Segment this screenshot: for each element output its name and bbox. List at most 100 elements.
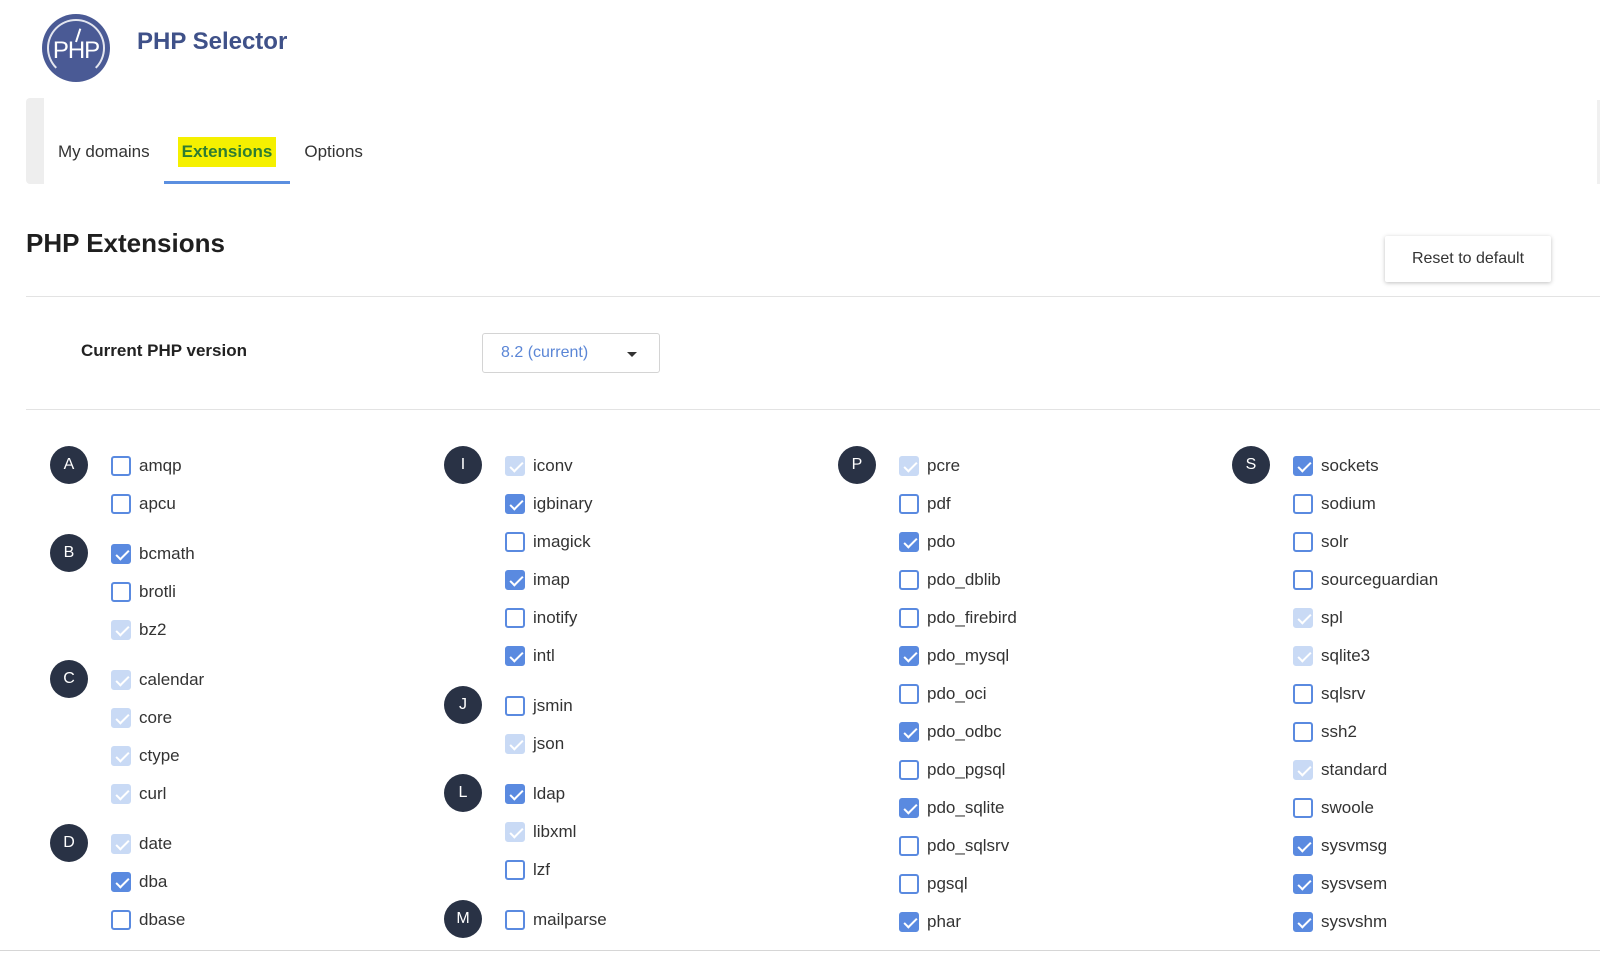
extension-item[interactable]: pdo_sqlite bbox=[899, 795, 1005, 821]
extension-item[interactable]: amqp bbox=[111, 453, 182, 479]
extension-item[interactable]: sockets bbox=[1293, 453, 1379, 479]
extension-item[interactable]: pdo_sqlsrv bbox=[899, 833, 1009, 859]
extension-checkbox[interactable] bbox=[899, 608, 919, 628]
tab-options[interactable]: Options bbox=[290, 120, 377, 184]
extension-checkbox[interactable] bbox=[1293, 874, 1313, 894]
extension-checkbox[interactable] bbox=[505, 822, 525, 842]
extension-checkbox[interactable] bbox=[899, 494, 919, 514]
extension-checkbox[interactable] bbox=[505, 784, 525, 804]
extension-checkbox[interactable] bbox=[111, 670, 131, 690]
extension-checkbox[interactable] bbox=[505, 456, 525, 476]
extension-item[interactable]: imap bbox=[505, 567, 570, 593]
extension-item[interactable]: ssh2 bbox=[1293, 719, 1357, 745]
extension-checkbox[interactable] bbox=[899, 760, 919, 780]
extension-checkbox[interactable] bbox=[1293, 494, 1313, 514]
extension-checkbox[interactable] bbox=[1293, 608, 1313, 628]
extension-item[interactable]: ctype bbox=[111, 743, 180, 769]
extension-item[interactable]: calendar bbox=[111, 667, 204, 693]
extension-checkbox[interactable] bbox=[1293, 570, 1313, 590]
reset-to-default-button[interactable]: Reset to default bbox=[1385, 236, 1551, 282]
extension-item[interactable]: brotli bbox=[111, 579, 176, 605]
extension-checkbox[interactable] bbox=[899, 912, 919, 932]
extension-item[interactable]: iconv bbox=[505, 453, 573, 479]
tab-extensions[interactable]: Extensions bbox=[163, 120, 291, 184]
extension-checkbox[interactable] bbox=[111, 910, 131, 930]
extension-item[interactable]: sodium bbox=[1293, 491, 1376, 517]
extension-item[interactable]: phar bbox=[899, 909, 961, 935]
extension-checkbox[interactable] bbox=[111, 872, 131, 892]
extension-item[interactable]: json bbox=[505, 731, 564, 757]
extension-checkbox[interactable] bbox=[505, 734, 525, 754]
extension-checkbox[interactable] bbox=[111, 784, 131, 804]
extension-item[interactable]: pdf bbox=[899, 491, 951, 517]
extension-item[interactable]: pdo_dblib bbox=[899, 567, 1001, 593]
extension-item[interactable]: pcre bbox=[899, 453, 960, 479]
extension-checkbox[interactable] bbox=[505, 910, 525, 930]
extension-item[interactable]: imagick bbox=[505, 529, 591, 555]
extension-item[interactable]: pdo_firebird bbox=[899, 605, 1017, 631]
extension-checkbox[interactable] bbox=[111, 620, 131, 640]
extension-checkbox[interactable] bbox=[1293, 760, 1313, 780]
extension-checkbox[interactable] bbox=[505, 860, 525, 880]
extension-checkbox[interactable] bbox=[1293, 912, 1313, 932]
extension-checkbox[interactable] bbox=[111, 834, 131, 854]
extension-checkbox[interactable] bbox=[1293, 532, 1313, 552]
extension-item[interactable]: inotify bbox=[505, 605, 577, 631]
extension-checkbox[interactable] bbox=[899, 532, 919, 552]
extension-item[interactable]: sysvshm bbox=[1293, 909, 1387, 935]
extension-item[interactable]: standard bbox=[1293, 757, 1387, 783]
extension-item[interactable]: apcu bbox=[111, 491, 176, 517]
extension-item[interactable]: pdo_odbc bbox=[899, 719, 1002, 745]
extension-item[interactable]: sysvmsg bbox=[1293, 833, 1387, 859]
extension-checkbox[interactable] bbox=[505, 608, 525, 628]
extension-checkbox[interactable] bbox=[899, 836, 919, 856]
extension-checkbox[interactable] bbox=[111, 456, 131, 476]
extension-checkbox[interactable] bbox=[111, 544, 131, 564]
extension-checkbox[interactable] bbox=[1293, 684, 1313, 704]
extension-item[interactable]: sqlite3 bbox=[1293, 643, 1370, 669]
php-version-select[interactable]: 8.2 (current) bbox=[482, 333, 660, 373]
extension-checkbox[interactable] bbox=[111, 708, 131, 728]
extension-checkbox[interactable] bbox=[505, 696, 525, 716]
extension-item[interactable]: sqlsrv bbox=[1293, 681, 1365, 707]
extension-item[interactable]: intl bbox=[505, 643, 555, 669]
extension-item[interactable]: curl bbox=[111, 781, 166, 807]
extension-item[interactable]: core bbox=[111, 705, 172, 731]
extension-item[interactable]: spl bbox=[1293, 605, 1343, 631]
extension-item[interactable]: pdo_mysql bbox=[899, 643, 1009, 669]
extension-item[interactable]: pdo_pgsql bbox=[899, 757, 1005, 783]
extension-item[interactable]: bz2 bbox=[111, 617, 166, 643]
extension-item[interactable]: dba bbox=[111, 869, 167, 895]
extension-item[interactable]: pgsql bbox=[899, 871, 968, 897]
extension-checkbox[interactable] bbox=[899, 456, 919, 476]
extension-item[interactable]: bcmath bbox=[111, 541, 195, 567]
extension-item[interactable]: date bbox=[111, 831, 172, 857]
extension-checkbox[interactable] bbox=[1293, 798, 1313, 818]
extension-checkbox[interactable] bbox=[899, 684, 919, 704]
extension-checkbox[interactable] bbox=[505, 646, 525, 666]
extension-item[interactable]: jsmin bbox=[505, 693, 573, 719]
extension-item[interactable]: solr bbox=[1293, 529, 1348, 555]
extension-checkbox[interactable] bbox=[899, 798, 919, 818]
extension-item[interactable]: libxml bbox=[505, 819, 576, 845]
extension-item[interactable]: ldap bbox=[505, 781, 565, 807]
extension-checkbox[interactable] bbox=[111, 746, 131, 766]
extension-checkbox[interactable] bbox=[899, 874, 919, 894]
extension-item[interactable]: sourceguardian bbox=[1293, 567, 1438, 593]
extension-checkbox[interactable] bbox=[1293, 836, 1313, 856]
extension-checkbox[interactable] bbox=[505, 494, 525, 514]
extension-checkbox[interactable] bbox=[505, 570, 525, 590]
extension-checkbox[interactable] bbox=[899, 722, 919, 742]
extension-item[interactable]: pdo bbox=[899, 529, 955, 555]
extension-checkbox[interactable] bbox=[899, 570, 919, 590]
tab-my-domains[interactable]: My domains bbox=[44, 120, 164, 184]
extension-item[interactable]: sysvsem bbox=[1293, 871, 1387, 897]
extension-item[interactable]: swoole bbox=[1293, 795, 1374, 821]
extension-item[interactable]: igbinary bbox=[505, 491, 593, 517]
extension-checkbox[interactable] bbox=[1293, 456, 1313, 476]
extension-checkbox[interactable] bbox=[899, 646, 919, 666]
extension-checkbox[interactable] bbox=[111, 582, 131, 602]
extension-checkbox[interactable] bbox=[505, 532, 525, 552]
extension-item[interactable]: dbase bbox=[111, 907, 185, 933]
extension-item[interactable]: lzf bbox=[505, 857, 550, 883]
